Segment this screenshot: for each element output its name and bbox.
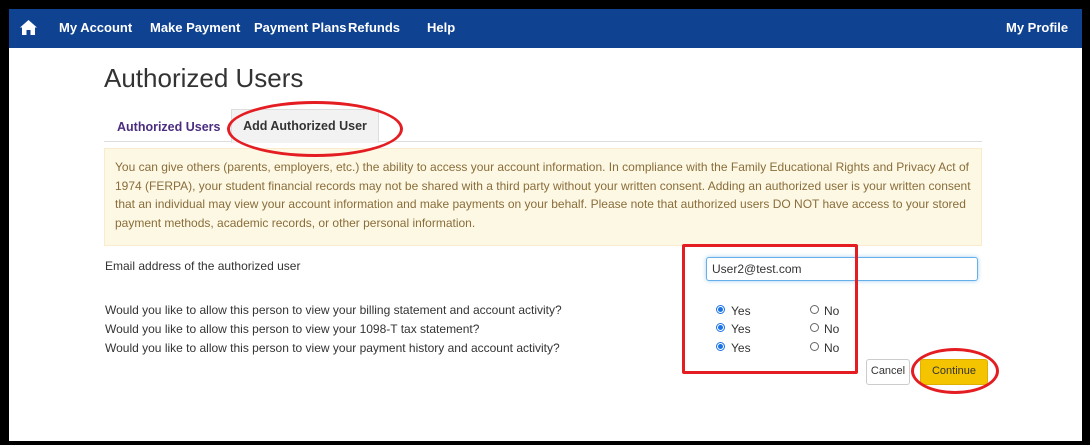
tab-add-authorized-user[interactable]: Add Authorized User — [231, 109, 379, 143]
radio-billing-yes[interactable] — [716, 305, 725, 314]
tab-bar: Authorized Users Add Authorized User — [104, 109, 982, 143]
tab-authorized-users[interactable]: Authorized Users — [117, 120, 221, 134]
nav-make-payment[interactable]: Make Payment — [150, 20, 240, 35]
nav-help[interactable]: Help — [427, 20, 455, 35]
cancel-button[interactable]: Cancel — [866, 359, 910, 385]
page-title: Authorized Users — [104, 63, 304, 93]
question-payment-history: Would you like to allow this person to v… — [105, 341, 560, 355]
radio-label-yes: Yes — [731, 322, 751, 336]
email-input[interactable] — [706, 257, 978, 281]
radio-label-yes: Yes — [731, 304, 751, 318]
radio-label-yes: Yes — [731, 341, 751, 355]
app-frame: My Account Make Payment Payment Plans Re… — [9, 9, 1082, 441]
email-label: Email address of the authorized user — [105, 259, 301, 273]
radio-1098t-no[interactable] — [810, 323, 819, 332]
nav-refunds[interactable]: Refunds — [348, 20, 400, 35]
radio-billing-no[interactable] — [810, 305, 819, 314]
radio-label-no: No — [824, 341, 840, 355]
radio-1098t-yes[interactable] — [716, 323, 725, 332]
ferpa-notice: You can give others (parents, employers,… — [104, 148, 982, 246]
home-icon[interactable] — [20, 20, 37, 35]
nav-payment-plans[interactable]: Payment Plans — [254, 20, 347, 35]
question-billing: Would you like to allow this person to v… — [105, 303, 562, 317]
radio-label-no: No — [824, 304, 840, 318]
continue-button[interactable]: Continue — [920, 359, 988, 385]
nav-my-account[interactable]: My Account — [59, 20, 132, 35]
radio-label-no: No — [824, 322, 840, 336]
radio-payment-history-no[interactable] — [810, 342, 819, 351]
top-navigation: My Account Make Payment Payment Plans Re… — [9, 9, 1082, 48]
question-1098t: Would you like to allow this person to v… — [105, 322, 480, 336]
nav-my-profile[interactable]: My Profile — [1006, 20, 1068, 35]
radio-payment-history-yes[interactable] — [716, 342, 725, 351]
